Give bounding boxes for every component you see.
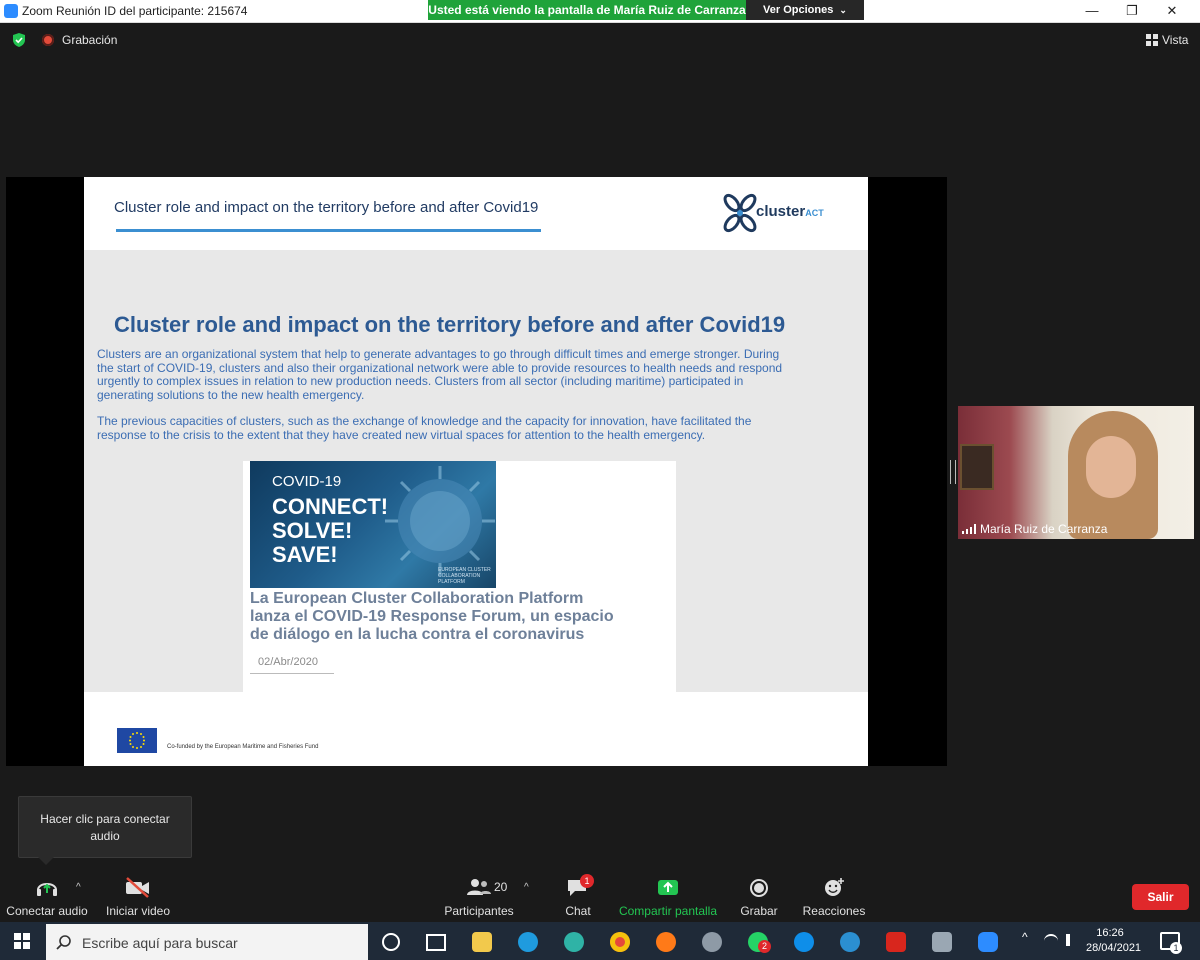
participants-count: 20 xyxy=(494,880,508,894)
news-headline[interactable]: La European Cluster Collaboration Platfo… xyxy=(250,590,670,644)
record-icon xyxy=(750,879,768,897)
cloud-app-icon[interactable] xyxy=(840,932,860,952)
view-options-label: Ver Opciones xyxy=(763,4,834,16)
slide-header-title: Cluster role and impact on the territory… xyxy=(114,199,539,216)
news-date: 02/Abr/2020 xyxy=(258,656,318,668)
firefox-icon[interactable] xyxy=(656,932,676,952)
connect-audio-label: Conectar audio xyxy=(6,904,88,918)
browser-app-icon[interactable] xyxy=(702,932,722,952)
slide-paragraph-2: The previous capacities of clusters, suc… xyxy=(97,414,752,442)
volume-icon[interactable] xyxy=(1066,934,1082,946)
eu-flag-icon xyxy=(117,728,157,753)
chat-button[interactable]: 1 Chat xyxy=(556,874,600,920)
window-title: Zoom Reunión ID del participante: 215674 xyxy=(22,4,248,18)
record-button[interactable]: Grabar xyxy=(734,876,784,920)
acrobat-icon[interactable] xyxy=(886,932,906,952)
chevron-down-icon: ⌄ xyxy=(839,5,847,15)
view-options-button[interactable]: Ver Opciones ⌄ xyxy=(746,0,864,20)
participant-face xyxy=(1086,436,1136,498)
share-banner: Usted está viendo la pantalla de María R… xyxy=(428,0,746,20)
start-video-button[interactable]: Iniciar video xyxy=(100,876,176,920)
task-view-icon[interactable] xyxy=(426,934,446,951)
minimize-button[interactable]: — xyxy=(1072,0,1112,22)
view-button[interactable]: Vista xyxy=(1162,33,1188,47)
split-resize-handle[interactable] xyxy=(950,460,956,484)
taskbar-search-box[interactable]: Escribe aquí para buscar xyxy=(46,924,368,960)
slide-paragraph-1: Clusters are an organizational system th… xyxy=(97,347,783,402)
slide-main-title: Cluster role and impact on the territory… xyxy=(114,312,786,337)
participants-label: Participantes xyxy=(444,904,514,918)
tooltip-arrow xyxy=(38,857,54,865)
leave-meeting-button[interactable]: Salir xyxy=(1132,884,1189,910)
search-icon xyxy=(56,935,71,950)
reactions-label: Reacciones xyxy=(802,904,866,918)
edge-icon[interactable] xyxy=(564,932,584,952)
reactions-button[interactable]: Reacciones xyxy=(802,876,866,920)
covid-connect-image: COVID-19 CONNECT! SOLVE! SAVE! EUROPEAN … xyxy=(250,461,496,588)
audio-options-caret[interactable]: ^ xyxy=(76,882,81,893)
internet-explorer-icon[interactable] xyxy=(518,932,538,952)
presentation-slide: Cluster role and impact on the territory… xyxy=(84,177,868,766)
wifi-icon[interactable] xyxy=(1044,934,1058,948)
emoji-add-icon xyxy=(825,878,844,896)
cortana-icon[interactable] xyxy=(382,933,400,951)
teamviewer-icon[interactable] xyxy=(794,932,814,952)
restore-button[interactable]: ❐ xyxy=(1112,0,1152,22)
image-text-covid: COVID-19 xyxy=(272,473,342,490)
image-text-slogan: CONNECT! SOLVE! SAVE! xyxy=(272,494,389,567)
start-video-label: Iniciar video xyxy=(105,904,171,918)
slide-header-underline xyxy=(116,229,541,232)
close-button[interactable]: ✕ xyxy=(1152,0,1192,22)
windows-start-icon[interactable] xyxy=(14,933,30,949)
taskbar-clock[interactable]: 16:26 28/04/2021 xyxy=(1086,926,1141,956)
share-screen-button[interactable]: Compartir pantalla xyxy=(616,876,720,920)
funding-note: Co-funded by the European Maritime and F… xyxy=(167,744,319,750)
security-shield-icon[interactable] xyxy=(12,33,26,47)
connect-audio-tooltip[interactable]: Hacer clic para conectar audio xyxy=(18,796,192,858)
share-screen-label: Compartir pantalla xyxy=(618,904,718,918)
gallery-view-icon[interactable] xyxy=(1146,34,1158,46)
participant-video[interactable]: María Ruiz de Carranza xyxy=(958,406,1194,539)
search-placeholder: Escribe aquí para buscar xyxy=(82,935,238,951)
video-off-icon xyxy=(126,877,149,898)
chat-unread-badge: 1 xyxy=(580,874,594,888)
zoom-logo-icon xyxy=(4,4,18,18)
chrome-icon[interactable] xyxy=(610,932,630,952)
image-caption: EUROPEAN CLUSTER COLLABORATION PLATFORM xyxy=(438,567,491,585)
participants-button[interactable]: 20 Participantes xyxy=(440,876,518,920)
participants-options-caret[interactable]: ^ xyxy=(524,882,529,893)
clusteract-logo-text: clusterACT xyxy=(756,203,824,220)
record-label: Grabar xyxy=(740,904,778,918)
participant-name: María Ruiz de Carranza xyxy=(980,522,1108,536)
participants-icon xyxy=(467,879,491,895)
zoom-taskbar-icon[interactable] xyxy=(978,932,998,952)
share-screen-icon xyxy=(658,880,678,895)
headphones-icon xyxy=(37,883,57,896)
chat-label: Chat xyxy=(565,904,591,918)
document-app-icon[interactable] xyxy=(932,932,952,952)
notification-count: 1 xyxy=(1170,942,1182,954)
tray-expand-icon[interactable]: ^ xyxy=(1022,930,1028,944)
signal-strength-icon xyxy=(962,524,976,534)
recording-icon xyxy=(42,34,54,46)
file-explorer-icon[interactable] xyxy=(472,932,492,952)
news-date-underline xyxy=(250,673,334,674)
wall-picture xyxy=(960,444,994,490)
clusteract-logo-icon xyxy=(723,193,757,233)
recording-label: Grabación xyxy=(62,33,118,47)
whatsapp-badge: 2 xyxy=(758,940,771,953)
